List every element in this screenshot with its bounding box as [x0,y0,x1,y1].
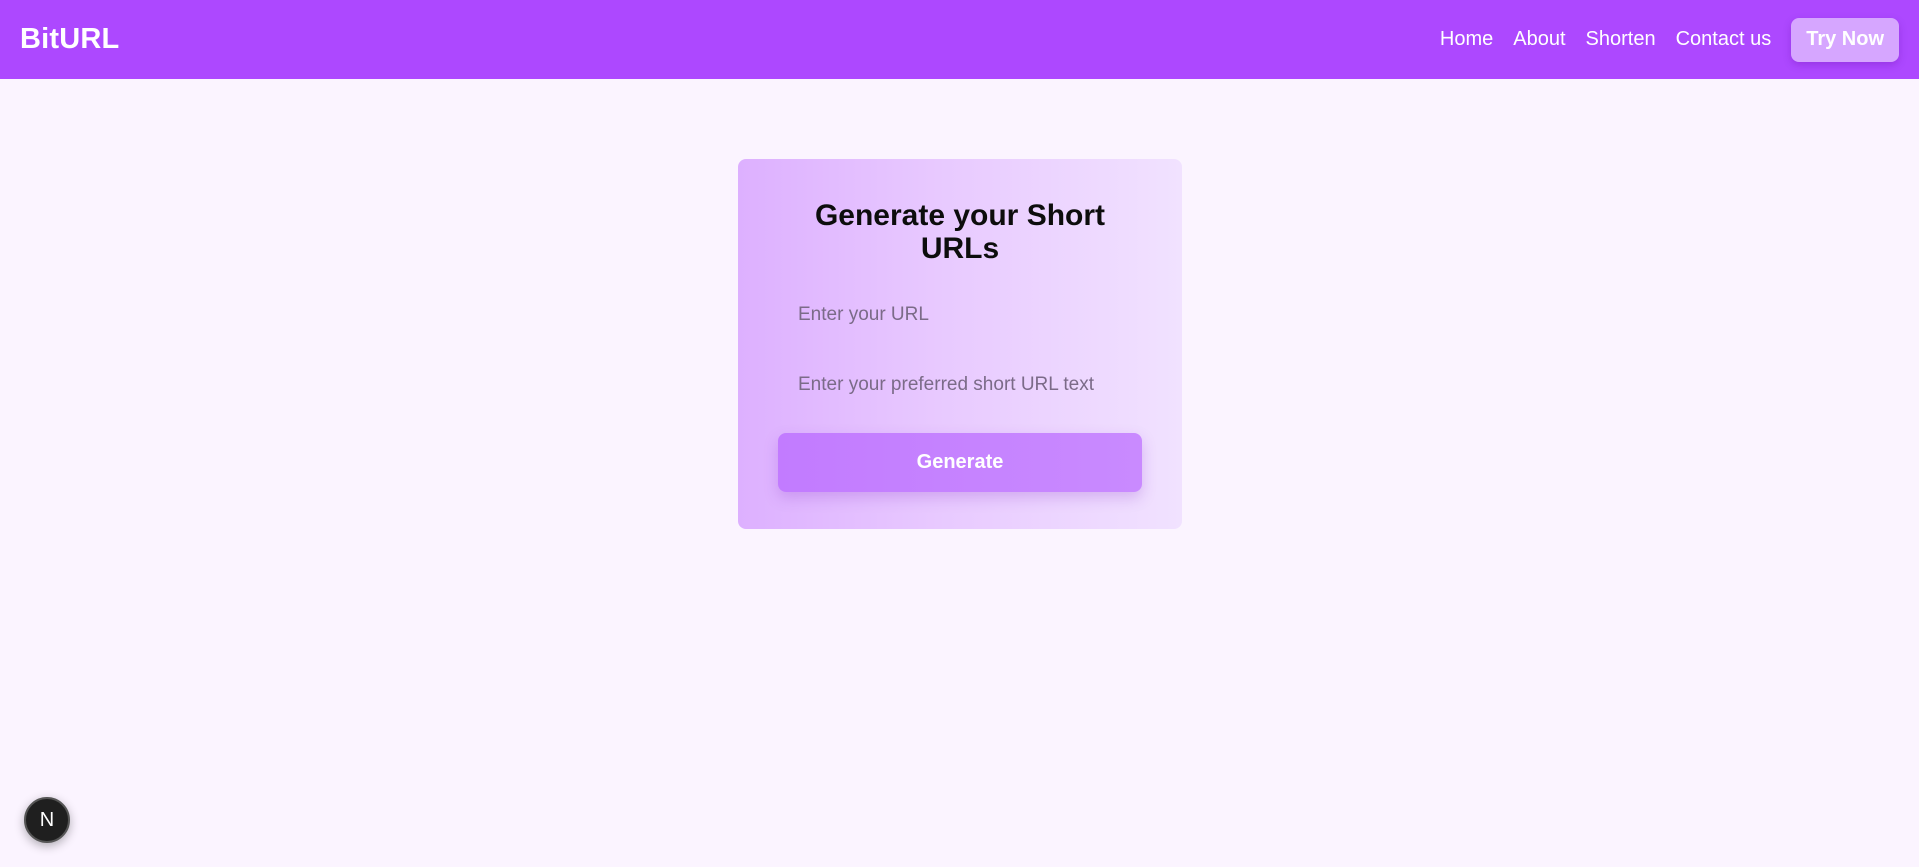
nav-link-shorten[interactable]: Shorten [1586,28,1656,51]
shorten-form-card: Generate your Short URLs Generate [738,159,1182,529]
nextjs-logo-icon: N [39,808,55,831]
nav-link-about[interactable]: About [1513,28,1565,51]
nav-link-contact[interactable]: Contact us [1676,28,1772,51]
nav-links: Home About Shorten Contact us [1440,28,1771,51]
try-now-button[interactable]: Try Now [1791,17,1899,62]
form-title: Generate your Short URLs [814,199,1106,265]
nav-link-home[interactable]: Home [1440,28,1493,51]
url-input[interactable] [778,292,1142,338]
generate-button[interactable]: Generate [778,433,1142,492]
nextjs-dev-indicator[interactable]: N [24,797,70,843]
nav-right: Home About Shorten Contact us Try Now [1440,17,1899,62]
short-url-text-input[interactable] [778,362,1142,408]
brand-logo[interactable]: BitURL [20,23,119,56]
top-navbar: BitURL Home About Shorten Contact us Try… [0,0,1919,79]
